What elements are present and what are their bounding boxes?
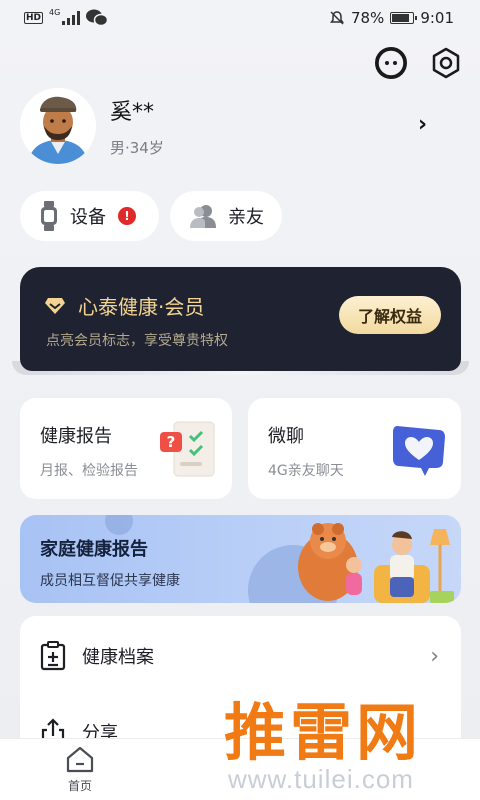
family-people-icon (190, 205, 216, 228)
device-label: 设备 (70, 207, 106, 228)
vip-ribbon (12, 361, 469, 375)
clock: 9:01 (420, 9, 454, 27)
smartwatch-icon (41, 201, 57, 231)
family-illustration (298, 523, 454, 603)
mute-bell-icon (329, 11, 344, 25)
home-icon (66, 746, 94, 773)
family-button[interactable]: 亲友 (170, 191, 282, 241)
hd-indicator: HD (24, 12, 44, 24)
battery-level (392, 14, 410, 22)
health-report-card[interactable]: 健康报告 月报、检验报告 ? (20, 398, 232, 499)
signal-icon (62, 11, 81, 25)
banner-decoration (105, 515, 133, 535)
watermark: 推雷网 www.tuilei.com (210, 680, 480, 800)
profile-chevron-right-icon[interactable]: › (418, 112, 427, 137)
vip-benefits-button[interactable]: 了解权益 (339, 296, 441, 334)
device-alert-badge: ! (118, 207, 136, 225)
profile-name[interactable]: 奚** (110, 94, 154, 126)
vip-title: 心泰健康·会员 (78, 295, 205, 319)
tab-home[interactable]: 首页 (52, 745, 108, 794)
report-document-icon: ? (160, 421, 215, 477)
heart-chat-icon (393, 426, 445, 476)
device-button[interactable]: 设备 ! (20, 191, 159, 241)
settings-hexagon-icon (432, 47, 460, 79)
chevron-right-icon: › (430, 643, 439, 669)
watermark-logo-text: 推雷网 (224, 696, 423, 769)
message-button[interactable] (375, 47, 407, 79)
battery-icon (390, 12, 418, 24)
status-bar: HD 4G 78% 9:01 (0, 0, 480, 36)
watermark-url: www.tuilei.com (228, 764, 414, 794)
settings-button[interactable] (430, 47, 462, 79)
avatar-illustration (20, 88, 96, 164)
chat-bubble-icon (375, 47, 406, 78)
family-label: 亲友 (228, 207, 264, 228)
clipboard-plus-icon (40, 641, 66, 671)
diamond-icon (45, 297, 65, 314)
svg-text:?: ? (167, 433, 176, 451)
vip-membership-card[interactable]: 心泰健康·会员 点亮会员标志，享受尊贵特权 了解权益 (12, 267, 469, 375)
network-type: 4G (49, 7, 61, 17)
health-records-label: 健康档案 (82, 647, 154, 668)
wechat-icon (86, 9, 109, 27)
battery-percent: 78% (350, 9, 385, 27)
family-health-report-banner[interactable]: 家庭健康报告 成员相互督促共享健康 (20, 515, 461, 603)
tab-home-label: 首页 (67, 779, 92, 793)
avatar[interactable] (20, 88, 96, 164)
profile-details: 男·34岁 (110, 139, 164, 157)
chat-card[interactable]: 微聊 4G亲友聊天 (248, 398, 461, 499)
